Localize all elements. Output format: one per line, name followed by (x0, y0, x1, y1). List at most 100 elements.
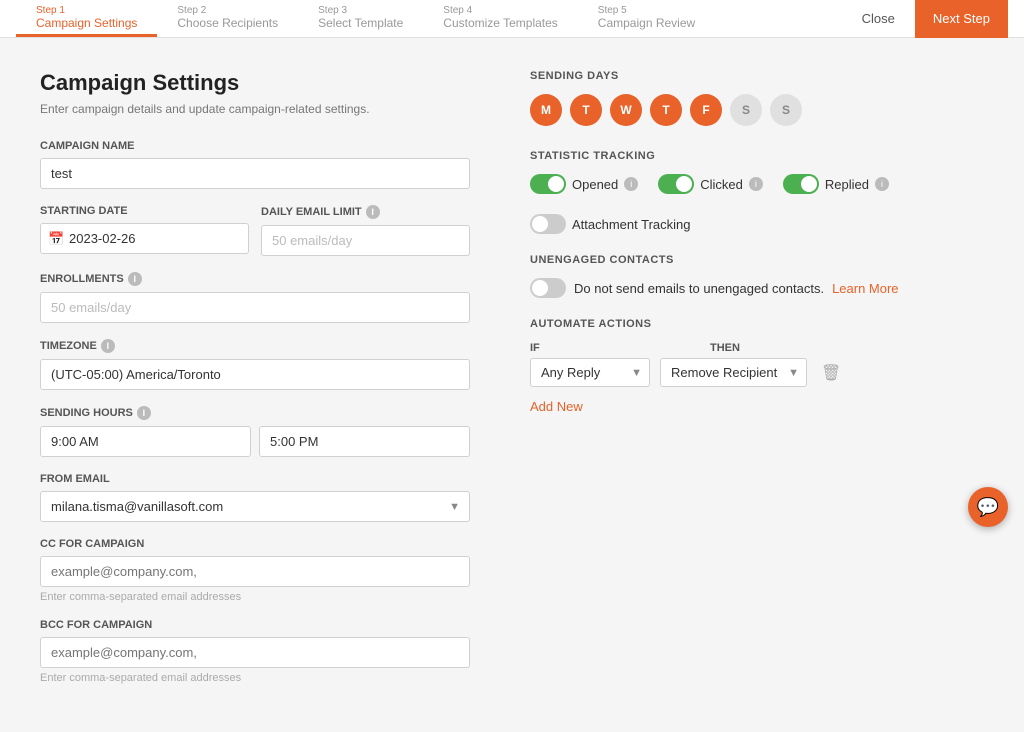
from-email-select-wrapper: milana.tisma@vanillasoft.com ▼ (40, 491, 470, 522)
if-then-labels: IF THEN (530, 342, 984, 354)
day-friday[interactable]: F (690, 94, 722, 126)
page-title: Campaign Settings (40, 70, 470, 96)
sending-start-group (40, 426, 251, 457)
from-email-group: From Email milana.tisma@vanillasoft.com … (40, 473, 470, 522)
day-tuesday[interactable]: T (570, 94, 602, 126)
left-panel: Campaign Settings Enter campaign details… (40, 70, 470, 700)
calendar-icon: 📅 (48, 231, 64, 247)
unengaged-text: Do not send emails to unengaged contacts… (574, 281, 824, 296)
page-subtitle: Enter campaign details and update campai… (40, 102, 470, 116)
toggle-replied-label: Replied (825, 177, 869, 192)
step-1-label: Campaign Settings (36, 16, 137, 30)
if-select-wrapper: Any Reply ▼ (530, 358, 650, 387)
cc-input[interactable] (40, 556, 470, 587)
if-then-row: Any Reply ▼ Remove Recipient ▼ 🗑 (530, 358, 984, 387)
bcc-label: BCC for Campaign (40, 619, 470, 631)
starting-date-group: Starting Date 📅 (40, 205, 249, 256)
day-saturday[interactable]: S (730, 94, 762, 126)
close-button[interactable]: Close (854, 7, 903, 30)
unengaged-section: Unengaged Contacts Do not send emails to… (530, 254, 984, 298)
toggle-opened-slider (530, 174, 566, 194)
opened-info-icon[interactable]: i (624, 177, 638, 191)
bcc-group: BCC for Campaign Enter comma-separated e… (40, 619, 470, 684)
toggle-attachment: Attachment Tracking (530, 214, 691, 234)
toggle-row: Opened i Clicked i Replied i (530, 174, 984, 234)
toggle-attachment-label: Attachment Tracking (572, 217, 691, 232)
add-new-link[interactable]: Add New (530, 399, 583, 414)
right-panel: Sending Days M T W T F S S Statistic Tra… (530, 70, 984, 700)
then-select[interactable]: Remove Recipient (660, 358, 807, 387)
day-wednesday[interactable]: W (610, 94, 642, 126)
top-nav: Step 1 Campaign Settings Step 2 Choose R… (0, 0, 1024, 38)
timezone-input[interactable] (40, 359, 470, 390)
enrollments-group: Enrollments i 50 emails/day (40, 272, 470, 323)
sending-days-row: M T W T F S S (530, 94, 984, 126)
chat-icon: 💬 (977, 497, 999, 518)
toggle-opened: Opened i (530, 174, 638, 194)
sending-start-input[interactable] (40, 426, 251, 457)
if-select[interactable]: Any Reply (530, 358, 650, 387)
sending-days-section: Sending Days M T W T F S S (530, 70, 984, 126)
step-5[interactable]: Step 5 Campaign Review (578, 0, 715, 37)
enrollments-info-icon[interactable]: i (128, 272, 142, 286)
timezone-info-icon[interactable]: i (101, 339, 115, 353)
day-sunday[interactable]: S (770, 94, 802, 126)
campaign-name-group: Campaign Name (40, 140, 470, 189)
automate-section: Automate Actions IF THEN Any Reply ▼ Rem… (530, 318, 984, 414)
timezone-label: Timezone i (40, 339, 470, 353)
sending-end-input[interactable] (259, 426, 470, 457)
starting-date-label: Starting Date (40, 205, 249, 217)
starting-date-input[interactable] (40, 223, 249, 254)
sending-days-title: Sending Days (530, 70, 984, 82)
daily-limit-info-icon[interactable]: i (366, 205, 380, 219)
clicked-info-icon[interactable]: i (749, 177, 763, 191)
step-3[interactable]: Step 3 Select Template (298, 0, 423, 37)
step-5-label: Campaign Review (598, 16, 695, 30)
sending-hours-info-icon[interactable]: i (137, 406, 151, 420)
from-email-label: From Email (40, 473, 470, 485)
enrollments-label: Enrollments i (40, 272, 470, 286)
daily-email-limit-input[interactable]: 50 emails/day (261, 225, 470, 256)
step-4-label: Customize Templates (443, 16, 558, 30)
replied-info-icon[interactable]: i (875, 177, 889, 191)
chat-bubble-button[interactable]: 💬 (968, 487, 1008, 527)
step-2[interactable]: Step 2 Choose Recipients (157, 0, 298, 37)
from-email-select[interactable]: milana.tisma@vanillasoft.com (40, 491, 470, 522)
toggle-attachment-slider (530, 214, 566, 234)
step-2-number: Step 2 (177, 5, 278, 16)
toggle-replied: Replied i (783, 174, 889, 194)
sending-hours-row (40, 426, 470, 457)
toggle-attachment-switch[interactable] (530, 214, 566, 234)
toggle-replied-switch[interactable] (783, 174, 819, 194)
step-1[interactable]: Step 1 Campaign Settings (16, 0, 157, 37)
automate-title: Automate Actions (530, 318, 984, 330)
then-select-wrapper: Remove Recipient ▼ (660, 358, 807, 387)
toggle-clicked-switch[interactable] (658, 174, 694, 194)
next-step-button[interactable]: Next Step (915, 0, 1008, 38)
unengaged-row: Do not send emails to unengaged contacts… (530, 278, 984, 298)
if-header-label: IF (530, 342, 560, 354)
nav-right: Close Next Step (854, 0, 1008, 38)
step-4[interactable]: Step 4 Customize Templates (423, 0, 578, 37)
day-thursday[interactable]: T (650, 94, 682, 126)
learn-more-link[interactable]: Learn More (832, 281, 898, 296)
step-2-label: Choose Recipients (177, 16, 278, 30)
step-3-number: Step 3 (318, 5, 403, 16)
sending-hours-group: Sending Hours i (40, 406, 470, 457)
date-input-wrapper: 📅 (40, 223, 249, 254)
bcc-input[interactable] (40, 637, 470, 668)
day-monday[interactable]: M (530, 94, 562, 126)
toggle-clicked-slider (658, 174, 694, 194)
campaign-name-input[interactable] (40, 158, 470, 189)
unengaged-title: Unengaged Contacts (530, 254, 984, 266)
daily-email-limit-label: Daily Email Limit i (261, 205, 470, 219)
cc-group: CC for Campaign Enter comma-separated em… (40, 538, 470, 603)
enrollments-input[interactable]: 50 emails/day (40, 292, 470, 323)
delete-action-button[interactable]: 🗑 (817, 359, 845, 387)
unengaged-toggle[interactable] (530, 278, 566, 298)
daily-email-limit-group: Daily Email Limit i 50 emails/day (261, 205, 470, 256)
date-limit-row: Starting Date 📅 Daily Email Limit i 50 e… (40, 205, 470, 272)
toggle-replied-slider (783, 174, 819, 194)
cc-label: CC for Campaign (40, 538, 470, 550)
toggle-opened-switch[interactable] (530, 174, 566, 194)
